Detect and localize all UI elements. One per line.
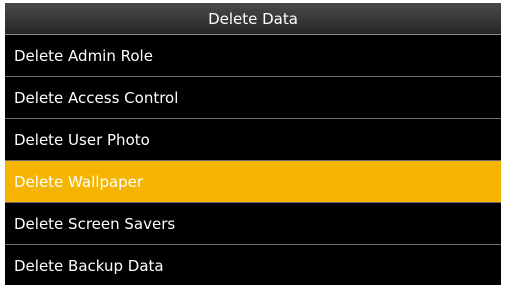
menu-item-label: Delete Screen Savers: [14, 215, 176, 233]
menu-item-delete-backup-data[interactable]: Delete Backup Data: [5, 245, 501, 285]
menu-item-delete-admin-role[interactable]: Delete Admin Role: [5, 35, 501, 77]
menu-item-label: Delete User Photo: [14, 131, 150, 149]
page-title: Delete Data: [208, 10, 298, 28]
device-screen: Delete Data Delete Admin Role Delete Acc…: [5, 3, 501, 285]
menu-item-label: Delete Wallpaper: [14, 173, 144, 191]
menu-item-delete-wallpaper[interactable]: Delete Wallpaper: [5, 161, 501, 203]
menu-item-delete-access-control[interactable]: Delete Access Control: [5, 77, 501, 119]
menu-item-delete-user-photo[interactable]: Delete User Photo: [5, 119, 501, 161]
menu-item-label: Delete Access Control: [14, 89, 179, 107]
menu-item-label: Delete Backup Data: [14, 257, 164, 275]
title-bar: Delete Data: [5, 3, 501, 35]
menu-item-delete-screen-savers[interactable]: Delete Screen Savers: [5, 203, 501, 245]
menu-item-label: Delete Admin Role: [14, 47, 153, 65]
menu-list: Delete Admin Role Delete Access Control …: [5, 35, 501, 285]
